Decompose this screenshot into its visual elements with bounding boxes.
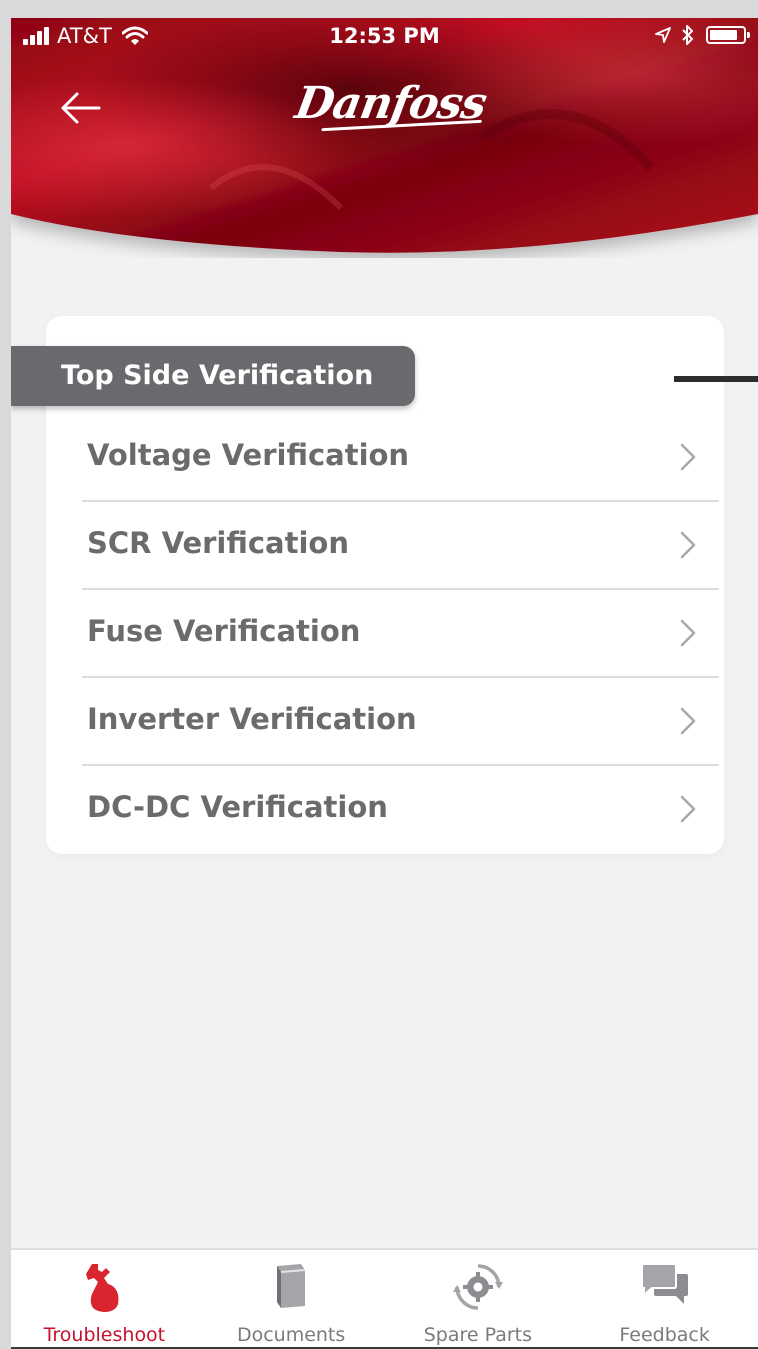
list-item-label: SCR Verification <box>87 526 349 560</box>
status-time: 12:53 PM <box>329 24 440 48</box>
section-title: Top Side Verification <box>11 346 415 406</box>
scroll-indicator <box>674 376 758 382</box>
chat-bubbles-icon <box>640 1263 688 1304</box>
chevron-right-icon <box>680 707 696 735</box>
battery-icon <box>706 26 750 44</box>
tab-feedback[interactable]: Feedback <box>571 1250 758 1349</box>
list-item-fuse-verification[interactable]: Fuse Verification <box>82 590 719 678</box>
tab-label: Spare Parts <box>423 1324 533 1346</box>
list-item-voltage-verification[interactable]: Voltage Verification <box>82 414 719 502</box>
tab-label: Troubleshoot <box>43 1324 166 1346</box>
troubleshoot-icon <box>86 1264 119 1312</box>
verification-list: Voltage Verification SCR Verification Fu… <box>82 414 719 852</box>
brand-logo: Danfoss <box>291 78 490 129</box>
tab-label: Documents <box>236 1324 346 1346</box>
chevron-right-icon <box>680 795 696 823</box>
tab-spare-parts[interactable]: Spare Parts <box>385 1250 572 1349</box>
list-item-label: DC-DC Verification <box>87 790 388 824</box>
header: AT&T 12:53 PM Danfoss <box>11 18 758 258</box>
list-item-inverter-verification[interactable]: Inverter Verification <box>82 678 719 766</box>
list-item-dc-dc-verification[interactable]: DC-DC Verification <box>82 766 719 852</box>
chevron-right-icon <box>680 443 696 471</box>
app-screen: AT&T 12:53 PM Danfoss Top Side Verificat… <box>11 18 758 1349</box>
status-bar: AT&T 12:53 PM <box>11 18 758 58</box>
location-arrow-icon <box>655 27 671 43</box>
status-right <box>654 24 750 46</box>
document-icon <box>277 1264 306 1308</box>
chevron-right-icon <box>680 619 696 647</box>
back-button[interactable] <box>55 86 111 130</box>
list-item-label: Inverter Verification <box>87 702 417 736</box>
list-item-label: Voltage Verification <box>87 438 410 472</box>
tab-bar: Troubleshoot Documents Spare Parts Feedb… <box>11 1248 758 1349</box>
bluetooth-icon <box>682 25 693 45</box>
chevron-right-icon <box>680 531 696 559</box>
list-item-label: Fuse Verification <box>87 614 361 648</box>
tab-documents[interactable]: Documents <box>198 1250 385 1349</box>
gear-refresh-icon <box>452 1264 503 1310</box>
back-arrow-icon <box>61 92 101 124</box>
tab-troubleshoot[interactable]: Troubleshoot <box>11 1250 198 1349</box>
list-item-scr-verification[interactable]: SCR Verification <box>82 502 719 590</box>
tab-label: Feedback <box>619 1324 710 1346</box>
